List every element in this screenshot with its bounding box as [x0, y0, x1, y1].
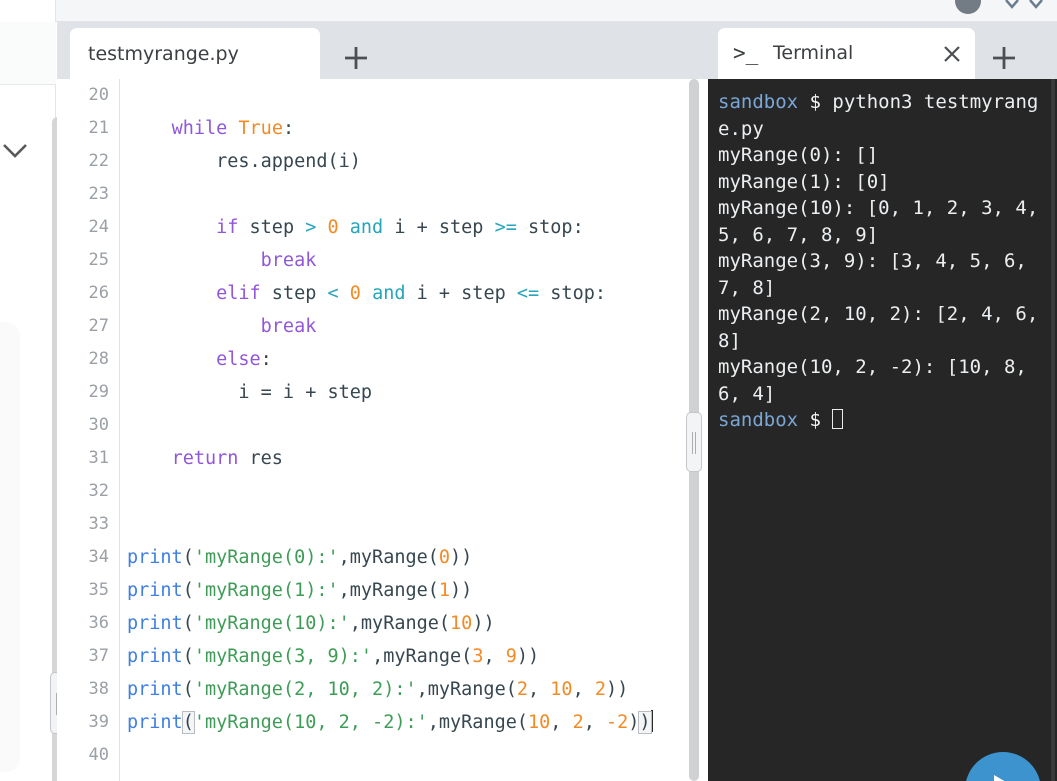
code-text: print('myRange(0):',myRange(0)) [127, 547, 473, 568]
line-number: 29 [88, 382, 109, 402]
editor-tabbar: testmyrange.py [57, 22, 708, 79]
code-line[interactable]: 30 [57, 409, 708, 442]
line-number: 32 [88, 481, 109, 501]
left-panel-header [0, 22, 56, 85]
terminal-pane: >_ Terminal sandbox $ python3 testmyrang… [708, 22, 1057, 781]
code-line[interactable]: 35 print('myRange(1):',myRange(1)) [57, 574, 708, 607]
terminal-prompt-icon: >_ [733, 41, 759, 65]
terminal-cursor [832, 409, 844, 429]
code-text: return res [171, 448, 283, 469]
line-number: 22 [88, 151, 109, 171]
editor-pane: testmyrange.py 20 21 while True: 22 res.ap… [57, 22, 708, 781]
line-number: 20 [88, 85, 109, 105]
new-terminal-tab-button[interactable] [986, 40, 1022, 76]
terminal-hostname: sandbox [718, 91, 799, 113]
code-text: print('myRange(2, 10, 2):',myRange(2, 10… [127, 679, 629, 700]
code-text: print('myRange(1):',myRange(1)) [127, 580, 473, 601]
code-line[interactable]: 25 break [57, 244, 708, 277]
code-line[interactable]: 31 return res [57, 442, 708, 475]
code-line[interactable]: 21 while True: [57, 112, 708, 145]
chevron-down-icon-secondary[interactable] [1026, 0, 1046, 14]
terminal-output-line: myRange(10, 2, -2): [10, 8, 6, 4] [718, 356, 1039, 405]
line-number: 34 [88, 547, 109, 567]
code-text: i = i + step [127, 382, 373, 403]
terminal-command-text [821, 409, 832, 431]
ide-window: testmyrange.py 20 21 while True: 22 res.ap… [0, 0, 1057, 781]
line-number: 33 [88, 514, 109, 534]
editor-body[interactable]: 20 21 while True: 22 res.append(i) 23 24 if … [57, 79, 708, 781]
close-icon[interactable] [941, 43, 963, 65]
terminal-prompt-symbol: $ [809, 91, 821, 113]
terminal-prompt-symbol: $ [809, 409, 821, 431]
line-number: 23 [88, 184, 109, 204]
terminal-line: sandbox $ python3 testmyrange.py [718, 89, 1057, 142]
code-text: break [260, 316, 317, 337]
editor-scrollbar-thumb[interactable] [686, 412, 702, 472]
left-panel-card [0, 322, 20, 772]
line-number: 21 [88, 118, 109, 138]
code-line[interactable]: 37 print('myRange(3, 9):',myRange(3, 9)) [57, 640, 708, 673]
code-text: print('myRange(3, 9):',myRange(3, 9)) [127, 646, 540, 667]
code-line[interactable]: 32 [57, 475, 708, 508]
line-number: 28 [88, 349, 109, 369]
line-number: 25 [88, 250, 109, 270]
line-number: 31 [88, 448, 109, 468]
line-number: 37 [88, 646, 109, 666]
tab-testmyrange-py[interactable]: testmyrange.py [70, 28, 320, 79]
code-line[interactable]: 23 [57, 178, 708, 211]
terminal-scrollbar[interactable] [1051, 79, 1055, 781]
collapse-chevron-down-icon[interactable] [2, 140, 32, 160]
code-line[interactable]: 39 print('myRange(10, 2, -2):',myRange(10… [57, 706, 708, 739]
line-number: 38 [88, 679, 109, 699]
line-number: 30 [88, 415, 109, 435]
terminal-output-line: myRange(2, 10, 2): [2, 4, 6, 8] [718, 303, 1050, 352]
code-text: print('myRange(10, 2, -2):',myRange(10, … [127, 710, 653, 734]
code-area[interactable]: 20 21 while True: 22 res.append(i) 23 24 if … [57, 79, 708, 772]
text-cursor [650, 710, 653, 732]
terminal-output-line: myRange(1): [0] [718, 170, 890, 193]
chevron-down-icon[interactable] [1002, 0, 1022, 14]
window-chrome-strip [0, 0, 1057, 22]
code-line[interactable]: 29 i = i + step [57, 376, 708, 409]
code-line[interactable]: 34 print('myRange(0):',myRange(0)) [57, 541, 708, 574]
terminal-output-line: myRange(3, 9): [3, 4, 5, 6, 7, 8] [718, 250, 1039, 299]
terminal-tabbar: >_ Terminal [708, 22, 1057, 79]
code-text: if step > 0 and i + step >= stop: [216, 217, 584, 238]
terminal-hostname: sandbox [718, 409, 799, 431]
code-line[interactable]: 27 break [57, 310, 708, 343]
line-number: 36 [88, 613, 109, 633]
tab-label: testmyrange.py [88, 42, 239, 65]
code-text: elif step < 0 and i + step <= stop: [216, 283, 606, 304]
line-number: 27 [88, 316, 109, 336]
line-number: 26 [88, 283, 109, 303]
terminal-output-line: myRange(10): [0, 1, 2, 3, 4, 5, 6, 7, 8,… [718, 197, 1050, 246]
terminal-tab-label: Terminal [773, 42, 854, 64]
avatar[interactable] [955, 0, 981, 14]
code-line[interactable]: 26 elif step < 0 and i + step <= stop: [57, 277, 708, 310]
code-text: else: [216, 349, 272, 370]
code-text: res.append(i) [127, 151, 361, 172]
tab-terminal[interactable]: >_ Terminal [718, 28, 975, 79]
code-line[interactable]: 38 print('myRange(2, 10, 2):',myRange(2, … [57, 673, 708, 706]
chrome-left-segment [0, 0, 56, 22]
line-number: 24 [88, 217, 109, 237]
line-number: 40 [88, 745, 109, 765]
new-editor-tab-button[interactable] [338, 40, 374, 76]
code-text: while True: [171, 118, 295, 139]
code-text: print('myRange(10):',myRange(10)) [127, 613, 495, 634]
terminal-output-line: myRange(0): [] [718, 144, 879, 166]
code-line[interactable]: 40 [57, 739, 708, 772]
code-line[interactable]: 36 print('myRange(10):',myRange(10)) [57, 607, 708, 640]
code-line[interactable]: 28 else: [57, 343, 708, 376]
code-line[interactable]: 20 [57, 79, 708, 112]
line-number: 35 [88, 580, 109, 600]
line-number: 39 [88, 712, 109, 732]
terminal-output[interactable]: sandbox $ python3 testmyrange.py myRange(… [708, 79, 1057, 781]
terminal-line: sandbox $ [718, 407, 1057, 434]
code-text: break [260, 250, 317, 271]
code-line[interactable]: 24 if step > 0 and i + step >= stop: [57, 211, 708, 244]
left-panel [0, 22, 65, 781]
code-line[interactable]: 22 res.append(i) [57, 145, 708, 178]
code-line[interactable]: 33 [57, 508, 708, 541]
